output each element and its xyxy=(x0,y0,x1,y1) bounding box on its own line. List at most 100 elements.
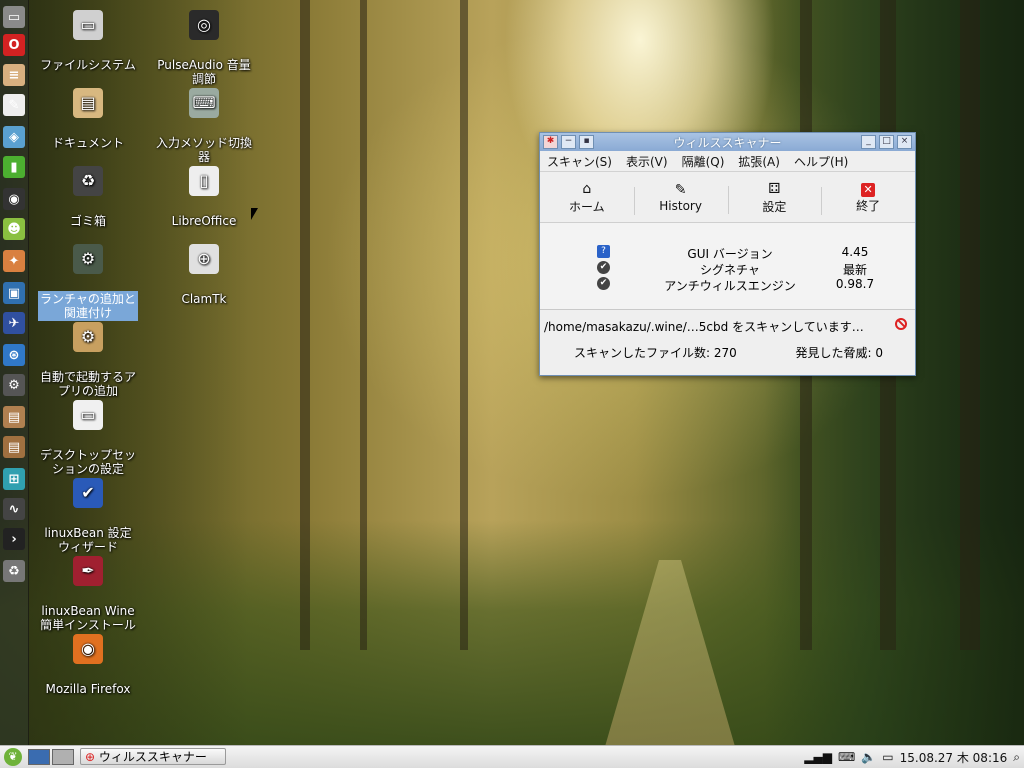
files-icon[interactable]: ▭ xyxy=(3,6,25,28)
desktop-icon-label: 自動で起動するアプリの追加 xyxy=(40,370,137,398)
desktop-icon-label: ランチャの追加と関連付け xyxy=(38,291,138,321)
info-key: GUI バージョン xyxy=(687,247,773,261)
wallpaper-trunk xyxy=(460,0,468,650)
window-menu-icon[interactable]: ✱ xyxy=(543,135,558,149)
desktop-icon-input-method[interactable]: ⌨ 入力メソッド切換器 xyxy=(154,88,254,165)
taskbar: ❦ ⊕ ウィルススキャナー ▂▄▆ ⌨ 🔈 ▭ 15.08.27 木 08:16… xyxy=(0,745,1024,768)
threats-found-count: 発見した脅威: 0 xyxy=(795,346,884,360)
minimize-button[interactable]: _ xyxy=(861,135,876,149)
desktop-icon-clamtk[interactable]: ⊕ ClamTk xyxy=(154,244,254,307)
desktop-icon-wine-install[interactable]: ✒ linuxBean Wine簡単インストール xyxy=(38,556,138,633)
launcher-icon: ⚙ xyxy=(73,244,103,274)
desktop-icon-pulseaudio[interactable]: ◎ PulseAudio 音量調節 xyxy=(154,10,254,87)
info-key: アンチウィルスエンジン xyxy=(664,279,796,293)
desktop-icon-label: デスクトップセッションの設定 xyxy=(40,448,137,476)
start-menu-icon[interactable]: ❦ xyxy=(4,748,22,766)
home-icon: ⌂ xyxy=(582,180,592,197)
terminal-green-icon[interactable]: ▮ xyxy=(3,156,25,178)
stop-scan-icon[interactable] xyxy=(895,318,907,330)
autostart-icon: ⚙ xyxy=(73,322,103,352)
shade-button[interactable]: − xyxy=(561,135,576,149)
opera-icon[interactable]: O xyxy=(3,34,25,56)
editor-icon[interactable]: ✎ xyxy=(3,94,25,116)
notepad-icon[interactable]: ≡ xyxy=(3,64,25,86)
translate-icon[interactable]: ◈ xyxy=(3,126,25,148)
info-row: ✔ アンチウィルスエンジン 0.98.7 xyxy=(540,277,915,293)
settings-gear-icon[interactable]: ⚙ xyxy=(3,374,25,396)
menu-item-4[interactable]: ヘルプ(H) xyxy=(787,153,855,170)
desktop-icon-documents[interactable]: ▤ ドキュメント xyxy=(38,88,138,151)
check-icon: ✔ xyxy=(597,277,610,290)
files-scanned-count: スキャンしたファイル数: 270 xyxy=(574,346,737,360)
settings-button[interactable]: ⚃ 設定 xyxy=(727,180,822,215)
settings-label: 設定 xyxy=(762,199,787,214)
clamtk-task-icon: ⊕ xyxy=(85,750,96,764)
info-row: ? GUI バージョン 4.45 xyxy=(540,245,915,261)
window-title: ウィルススキャナー xyxy=(673,135,782,150)
desktop-icon-linuxbean-wizard[interactable]: ✔ linuxBean 設定ウィザード xyxy=(38,478,138,555)
desktop-icon-label: ドキュメント xyxy=(51,136,124,150)
pulseaudio-icon: ◎ xyxy=(189,10,219,40)
desktop-icon-firefox[interactable]: ◉ Mozilla Firefox xyxy=(38,634,138,697)
bird-icon[interactable]: ✈ xyxy=(3,312,25,334)
desktop-icon-filesystem[interactable]: ▭ ファイルシステム xyxy=(38,10,138,73)
search-icon[interactable]: ⌕ xyxy=(1013,750,1020,765)
taskbar-window-button[interactable]: ⊕ ウィルススキャナー xyxy=(80,748,226,765)
notes-icon[interactable]: ▭ xyxy=(882,750,893,764)
desktop-icon-autostart[interactable]: ⚙ 自動で起動するアプリの追加 xyxy=(38,322,138,399)
left-dock: ▭ O ≡ ✎ ◈ ▮ ◉ ☻ ✦ ▣ ✈ ⊛ ⚙ ▤ ▤ ⊞ ∿ › ♻ xyxy=(0,0,29,746)
menu-item-1[interactable]: 表示(V) xyxy=(619,153,675,170)
info-value: 最新 xyxy=(842,263,867,277)
virus-scanner-window: ✱ − ▪ ウィルススキャナー _ □ × スキャン(S) 表示(V) 隔離(Q) 拡… xyxy=(539,132,916,376)
game-icon[interactable]: ☻ xyxy=(3,218,25,240)
menu-item-3[interactable]: 拡張(A) xyxy=(731,153,787,170)
input-method-icon: ⌨ xyxy=(189,88,219,118)
home-label: ホーム xyxy=(569,199,605,214)
maximize-button[interactable]: □ xyxy=(879,135,894,149)
menu-item-0[interactable]: スキャン(S) xyxy=(540,153,619,170)
libreoffice-icon: ▯ xyxy=(189,166,219,196)
wallpaper-trunk xyxy=(960,0,980,650)
home-button[interactable]: ⌂ ホーム xyxy=(540,180,634,215)
desktop-icon-session[interactable]: ▭ デスクトップセッションの設定 xyxy=(38,400,138,477)
clock[interactable]: 15.08.27 木 08:16 xyxy=(900,749,1008,766)
package-install-icon[interactable]: ▤ xyxy=(3,436,25,458)
help-icon: ? xyxy=(597,245,610,258)
signal-icon[interactable]: ▂▄▆ xyxy=(804,750,832,764)
sticky-button[interactable]: ▪ xyxy=(579,135,594,149)
close-button[interactable]: × xyxy=(897,135,912,149)
workspace-2-button[interactable] xyxy=(52,749,74,765)
quit-icon: ✕ xyxy=(861,182,876,197)
paint-icon[interactable]: ✦ xyxy=(3,250,25,272)
desktop-icon-libreoffice[interactable]: ▯ LibreOffice xyxy=(154,166,254,229)
system-tray: ▂▄▆ ⌨ 🔈 ▭ 15.08.27 木 08:16 ⌕ xyxy=(798,748,1020,766)
quit-button[interactable]: ✕ 終了 xyxy=(821,181,915,215)
desktop-icon-trash[interactable]: ♻ ゴミ箱 xyxy=(38,166,138,229)
window-titlebar[interactable]: ✱ − ▪ ウィルススキャナー _ □ × xyxy=(540,133,915,151)
linuxbean-wizard-icon: ✔ xyxy=(73,478,103,508)
wallpaper-trunk xyxy=(360,0,367,650)
desktop-icon-label: LibreOffice xyxy=(171,214,237,228)
system-monitor-icon[interactable]: ∿ xyxy=(3,498,25,520)
cart-icon[interactable]: ⊞ xyxy=(3,468,25,490)
trash-dock-icon[interactable]: ♻ xyxy=(3,560,25,582)
volume-icon[interactable]: 🔈 xyxy=(861,750,876,764)
network-icon[interactable]: ⊛ xyxy=(3,344,25,366)
package-icon[interactable]: ▤ xyxy=(3,406,25,428)
terminal-icon[interactable]: › xyxy=(3,528,25,550)
clamtk-icon: ⊕ xyxy=(189,244,219,274)
image-viewer-icon[interactable]: ▣ xyxy=(3,282,25,304)
wine-install-icon: ✒ xyxy=(73,556,103,586)
check-icon: ✔ xyxy=(597,261,610,274)
workspace-1-button[interactable] xyxy=(28,749,50,765)
menu-item-2[interactable]: 隔離(Q) xyxy=(675,153,732,170)
history-label: History xyxy=(659,199,702,213)
media-player-icon[interactable]: ◉ xyxy=(3,188,25,210)
taskbar-window-label: ウィルススキャナー xyxy=(98,750,207,764)
menubar: スキャン(S) 表示(V) 隔離(Q) 拡張(A) ヘルプ(H) xyxy=(540,151,915,172)
firefox-icon: ◉ xyxy=(73,634,103,664)
desktop-icon-launcher[interactable]: ⚙ ランチャの追加と関連付け xyxy=(38,244,138,321)
keyboard-icon[interactable]: ⌨ xyxy=(838,750,855,764)
history-button[interactable]: ✎ History xyxy=(633,181,728,215)
desktop-icon-label: ClamTk xyxy=(181,292,227,306)
